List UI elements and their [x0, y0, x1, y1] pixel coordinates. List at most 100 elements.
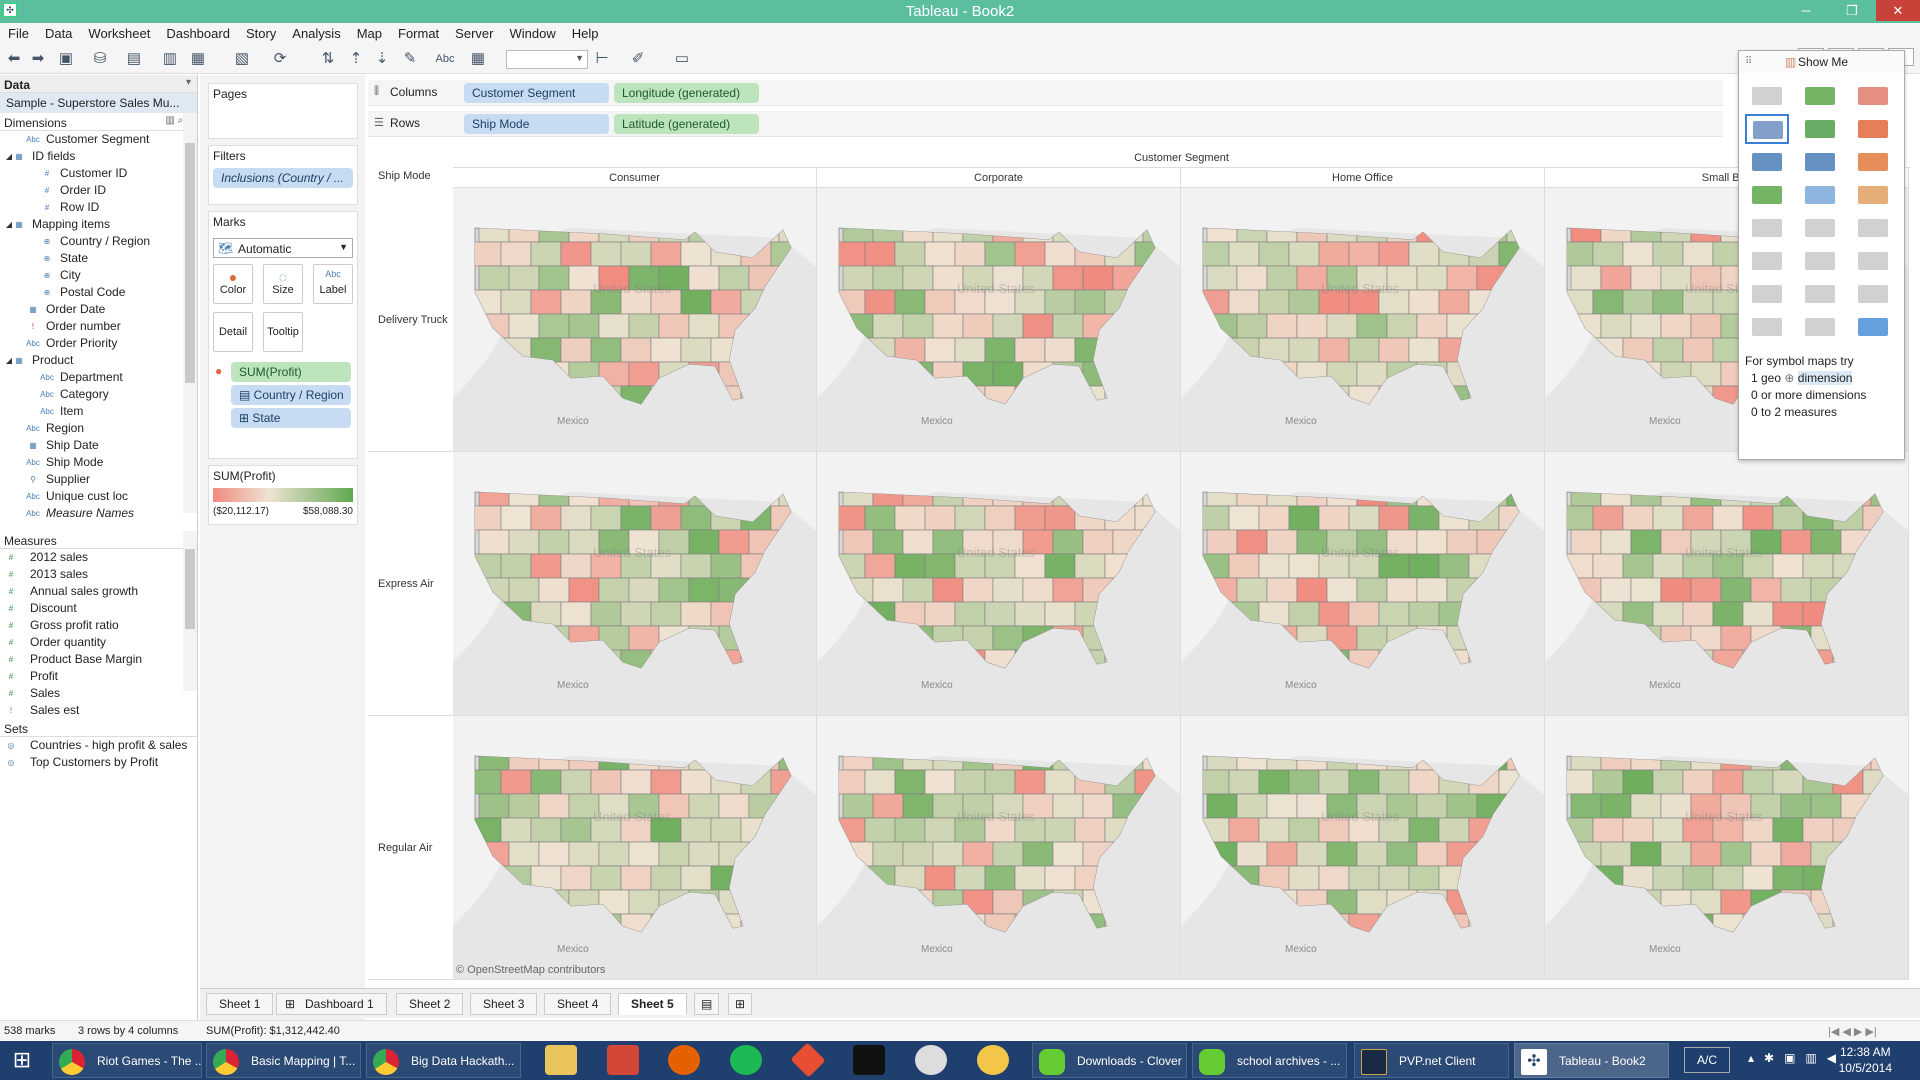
state-shape[interactable]: [1600, 841, 1632, 867]
state-shape[interactable]: [688, 793, 720, 819]
us-choropleth-map[interactable]: United States Mexico: [453, 188, 817, 452]
state-shape[interactable]: [1258, 505, 1290, 531]
state-shape[interactable]: [538, 841, 570, 867]
state-shape[interactable]: [560, 553, 592, 579]
state-shape[interactable]: [1044, 289, 1076, 315]
state-shape[interactable]: [1288, 769, 1320, 795]
state-shape[interactable]: [650, 505, 682, 531]
state-shape[interactable]: [1052, 841, 1084, 867]
swap-icon[interactable]: ⇅: [318, 49, 338, 69]
dimension-item[interactable]: ⚲ Supplier: [0, 471, 197, 488]
text-table-icon[interactable]: [1745, 81, 1789, 111]
state-shape[interactable]: [835, 241, 866, 267]
state-shape[interactable]: [902, 793, 934, 819]
state-shape[interactable]: [1052, 265, 1084, 291]
us-choropleth-map[interactable]: United States Mexico: [1181, 188, 1545, 452]
state-shape[interactable]: [538, 265, 570, 291]
state-shape[interactable]: [1236, 841, 1268, 867]
state-shape[interactable]: [1266, 529, 1298, 555]
state-shape[interactable]: [478, 482, 510, 507]
state-shape[interactable]: [1630, 313, 1662, 339]
state-shape[interactable]: [1378, 337, 1410, 363]
state-shape[interactable]: [650, 865, 682, 891]
dimension-item[interactable]: Abc Category: [0, 386, 197, 403]
label-button[interactable]: Abc Label: [313, 264, 353, 304]
state-shape[interactable]: [954, 337, 986, 363]
state-shape[interactable]: [1772, 865, 1804, 891]
state-shape[interactable]: [1288, 865, 1320, 891]
state-shape[interactable]: [508, 793, 540, 819]
state-shape[interactable]: [500, 289, 532, 315]
map-cell[interactable]: United States Mexico: [817, 188, 1181, 452]
state-shape[interactable]: [1378, 505, 1410, 531]
packed-bubbles-icon[interactable]: [1851, 312, 1895, 342]
refresh-icon[interactable]: ⟳: [270, 49, 290, 69]
lines-discrete-icon[interactable]: [1798, 213, 1842, 243]
state-shape[interactable]: [680, 505, 712, 531]
state-shape[interactable]: [1228, 241, 1260, 267]
state-shape[interactable]: [1288, 241, 1320, 267]
state-shape[interactable]: [902, 841, 934, 867]
state-shape[interactable]: [1652, 241, 1684, 267]
state-shape[interactable]: [680, 241, 712, 267]
state-shape[interactable]: [1356, 889, 1388, 915]
column-header[interactable]: Consumer: [453, 168, 817, 188]
us-choropleth-map[interactable]: United States Mexico: [1545, 716, 1909, 980]
mark-pill-state[interactable]: ⊞ State: [231, 408, 351, 428]
menu-format[interactable]: Format: [390, 23, 447, 41]
state-shape[interactable]: [538, 746, 570, 771]
area-discrete-icon[interactable]: [1798, 246, 1842, 276]
sort-desc-icon[interactable]: ⇣: [372, 49, 392, 69]
state-shape[interactable]: [620, 505, 652, 531]
state-shape[interactable]: [568, 841, 600, 867]
menu-worksheet[interactable]: Worksheet: [80, 23, 158, 41]
state-shape[interactable]: [872, 793, 904, 819]
state-shape[interactable]: [560, 817, 592, 843]
state-shape[interactable]: [894, 241, 926, 267]
row-header[interactable]: Regular Air: [368, 716, 453, 980]
state-shape[interactable]: [984, 505, 1016, 531]
state-shape[interactable]: [471, 769, 502, 795]
state-shape[interactable]: [954, 601, 986, 627]
state-shape[interactable]: [992, 361, 1024, 387]
pane-menu-icon[interactable]: ▾: [186, 77, 191, 88]
mark-pill-country[interactable]: ▤ Country / Region: [231, 385, 351, 405]
rows-pill-shipmode[interactable]: Ship Mode: [464, 114, 609, 134]
state-shape[interactable]: [1592, 769, 1624, 795]
area-continuous-icon[interactable]: [1745, 246, 1789, 276]
state-shape[interactable]: [538, 482, 570, 507]
state-shape[interactable]: [1022, 577, 1054, 603]
state-shape[interactable]: [478, 841, 510, 867]
measure-item[interactable]: # Gross profit ratio: [0, 617, 197, 634]
state-shape[interactable]: [650, 337, 682, 363]
state-shape[interactable]: [1236, 265, 1268, 291]
state-shape[interactable]: [1780, 577, 1812, 603]
state-shape[interactable]: [1416, 265, 1448, 291]
state-shape[interactable]: [598, 841, 630, 867]
datasource-icon[interactable]: ⛁: [90, 49, 110, 69]
state-shape[interactable]: [924, 553, 956, 579]
state-shape[interactable]: [1288, 289, 1320, 315]
state-shape[interactable]: [530, 553, 562, 579]
forward-icon[interactable]: ➡: [28, 49, 48, 69]
state-shape[interactable]: [1266, 218, 1298, 243]
state-shape[interactable]: [1780, 793, 1812, 819]
state-shape[interactable]: [1570, 841, 1602, 867]
state-shape[interactable]: [1570, 793, 1602, 819]
state-shape[interactable]: [894, 289, 926, 315]
dimension-item[interactable]: ▦ Ship Date: [0, 437, 197, 454]
state-shape[interactable]: [984, 865, 1016, 891]
bullet-graph-icon[interactable]: [1798, 312, 1842, 342]
state-shape[interactable]: [1348, 865, 1380, 891]
new-dashboard-tab-icon[interactable]: ⊞: [728, 993, 753, 1015]
state-shape[interactable]: [1206, 218, 1238, 243]
state-shape[interactable]: [1446, 529, 1478, 555]
state-shape[interactable]: [1014, 337, 1046, 363]
state-shape[interactable]: [1802, 817, 1834, 843]
state-shape[interactable]: [688, 841, 720, 867]
us-choropleth-map[interactable]: United States Mexico: [1181, 452, 1545, 716]
taskbar-clover-archives[interactable]: school archives - ...: [1192, 1043, 1347, 1078]
menu-story[interactable]: Story: [238, 23, 284, 41]
state-shape[interactable]: [628, 313, 660, 339]
state-shape[interactable]: [1296, 577, 1328, 603]
